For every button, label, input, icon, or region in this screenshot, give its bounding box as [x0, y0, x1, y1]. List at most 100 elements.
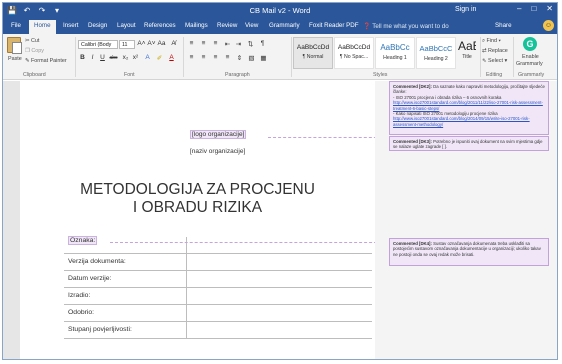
- style-heading-2[interactable]: AaBbCcC Heading 2: [416, 37, 456, 69]
- feedback-smiley-icon[interactable]: ☺: [543, 20, 554, 31]
- justify-icon[interactable]: ≡: [223, 54, 232, 61]
- table-row[interactable]: Izradio:: [64, 288, 372, 305]
- table-cell-label: Verzija dokumenta:: [68, 258, 126, 265]
- minimize-icon[interactable]: –: [517, 4, 521, 13]
- table-row[interactable]: Odobrio:: [64, 305, 372, 322]
- comment-dk3[interactable]: Commented [DK3]: Potrebno je ispuniti ov…: [389, 136, 549, 151]
- subscript-button[interactable]: x₂: [121, 54, 130, 61]
- ribbon-tabs: File Home Insert Design Layout Reference…: [3, 19, 557, 34]
- organization-name-placeholder[interactable]: [naziv organizacije]: [190, 148, 245, 155]
- decrease-indent-icon[interactable]: ⇤: [223, 40, 232, 48]
- table-cell-label: Datum verzije:: [68, 275, 112, 282]
- table-row[interactable]: Verzija dokumenta:: [64, 254, 372, 271]
- sort-icon[interactable]: ⇅: [246, 40, 255, 48]
- tab-view[interactable]: View: [245, 22, 258, 29]
- superscript-button[interactable]: x²: [131, 54, 140, 61]
- title-bar: 💾 ↶ ↷ ▾ CB Mail v2 - Word Sign in – □ ✕: [3, 3, 557, 19]
- style-sample: AaBbCcC: [419, 44, 453, 53]
- strikethrough-button[interactable]: abc: [109, 55, 118, 61]
- style-no-spacing[interactable]: AaBbCcDd ¶ No Spac...: [334, 37, 374, 69]
- enable-grammarly-button-label[interactable]: Grammarly: [516, 61, 543, 67]
- tab-design[interactable]: Design: [88, 22, 107, 29]
- underline-button[interactable]: U: [98, 54, 107, 61]
- oznaka-label[interactable]: Oznaka:: [68, 236, 98, 245]
- replace-button[interactable]: ⇄ Replace: [482, 48, 508, 54]
- bullets-icon[interactable]: ≡: [187, 40, 196, 47]
- font-name-combo[interactable]: Calibri (Body: [78, 40, 118, 49]
- comment-text: - ISO 27001 procjena i obrada rizika – 6…: [393, 94, 502, 100]
- style-name: ¶ No Spac...: [339, 54, 369, 60]
- table-divider: [186, 305, 187, 321]
- enable-grammarly-button[interactable]: Enable: [522, 54, 539, 60]
- close-icon[interactable]: ✕: [546, 4, 553, 13]
- style-name: Heading 1: [383, 55, 407, 61]
- maximize-icon[interactable]: □: [531, 4, 536, 13]
- cut-button[interactable]: ✂ Cut: [25, 38, 39, 44]
- tell-me-search[interactable]: ❓ Tell me what you want to do: [363, 22, 449, 30]
- table-row[interactable]: Datum verzije:: [64, 271, 372, 288]
- sign-in-link[interactable]: Sign in: [455, 6, 476, 13]
- tab-references[interactable]: References: [144, 22, 176, 29]
- paste-icon[interactable]: [7, 37, 22, 54]
- align-left-icon[interactable]: ≡: [187, 54, 196, 61]
- grow-font-icon[interactable]: A˄: [137, 40, 146, 47]
- line-spacing-icon[interactable]: ⇕: [235, 54, 244, 62]
- comment-link[interactable]: http://www.iso27001standard.com/blog/201…: [393, 100, 543, 110]
- tab-layout[interactable]: Layout: [117, 22, 136, 29]
- tab-grammarly[interactable]: Grammarly: [269, 22, 300, 29]
- align-center-icon[interactable]: ≡: [199, 54, 208, 61]
- bold-button[interactable]: B: [78, 54, 87, 61]
- increase-indent-icon[interactable]: ⇥: [234, 40, 243, 48]
- style-normal[interactable]: AaBbCcDd ¶ Normal: [293, 37, 333, 69]
- select-button[interactable]: ⇖ Select ▾: [482, 58, 507, 64]
- style-heading-1[interactable]: AaBbCc Heading 1: [375, 37, 415, 69]
- borders-icon[interactable]: ▦: [259, 54, 268, 62]
- change-case-icon[interactable]: Aa: [157, 40, 166, 47]
- tab-insert[interactable]: Insert: [63, 22, 78, 29]
- comment-dk2[interactable]: Commented [DK2]: Da saznate kako napravi…: [389, 81, 549, 135]
- tab-file[interactable]: File: [11, 22, 21, 29]
- style-sample: AaBbCcDd: [337, 44, 371, 51]
- text-effects-icon[interactable]: A: [143, 54, 152, 61]
- format-painter-button[interactable]: ✎ Format Painter: [25, 58, 67, 64]
- tab-mailings[interactable]: Mailings: [185, 22, 208, 29]
- tab-review[interactable]: Review: [217, 22, 237, 29]
- multilevel-list-icon[interactable]: ≡: [211, 40, 220, 47]
- font-size-combo[interactable]: 11: [119, 40, 135, 49]
- table-divider: [186, 288, 187, 304]
- shrink-font-icon[interactable]: A˅: [147, 40, 156, 47]
- align-right-icon[interactable]: ≡: [211, 54, 220, 61]
- comment-link[interactable]: http://www.iso27001standard.com/blog/201…: [393, 116, 530, 126]
- show-formatting-marks-icon[interactable]: ¶: [258, 40, 267, 47]
- window-controls: – □ ✕: [517, 4, 553, 13]
- italic-button[interactable]: I: [88, 54, 97, 61]
- styles-group-label: Styles: [373, 72, 388, 78]
- logo-placeholder[interactable]: [logo organizacije]: [190, 130, 247, 139]
- ribbon-separator: [480, 37, 481, 77]
- comment-author: Commented [DK4]:: [393, 241, 432, 246]
- style-sample: AaBbCc: [380, 43, 410, 52]
- document-metadata-table: Verzija dokumenta: Datum verzije: Izradi…: [64, 237, 372, 339]
- table-row[interactable]: [64, 237, 372, 254]
- numbering-icon[interactable]: ≡: [199, 40, 208, 47]
- ribbon-separator: [183, 37, 184, 77]
- clear-formatting-icon[interactable]: A̸: [169, 40, 178, 47]
- table-row[interactable]: Stupanj povjerljivosti:: [64, 322, 372, 339]
- document-area: [logo organizacije] [naziv organizacije]…: [3, 81, 557, 359]
- copy-button[interactable]: ❐ Copy: [25, 48, 44, 54]
- find-button[interactable]: ⌕ Find ▾: [482, 38, 501, 45]
- comment-dk4[interactable]: Commented [DK4]: Sustav označavanja doku…: [389, 238, 549, 266]
- comment-author: Commented [DK3]:: [393, 139, 432, 144]
- paste-button[interactable]: Paste: [8, 56, 22, 62]
- document-page[interactable]: [logo organizacije] [naziv organizacije]…: [20, 81, 392, 359]
- table-divider: [186, 237, 187, 253]
- table-divider: [186, 271, 187, 287]
- font-color-icon[interactable]: A: [167, 54, 176, 61]
- style-title[interactable]: AaB Title: [457, 37, 477, 69]
- tab-foxit-reader-pdf[interactable]: Foxit Reader PDF: [309, 22, 359, 29]
- shading-icon[interactable]: ▧: [247, 54, 256, 62]
- highlight-color-icon[interactable]: ✐: [155, 54, 164, 62]
- grammarly-icon[interactable]: G: [523, 37, 537, 51]
- tab-home[interactable]: Home: [29, 20, 56, 34]
- share-button[interactable]: Share: [495, 22, 512, 29]
